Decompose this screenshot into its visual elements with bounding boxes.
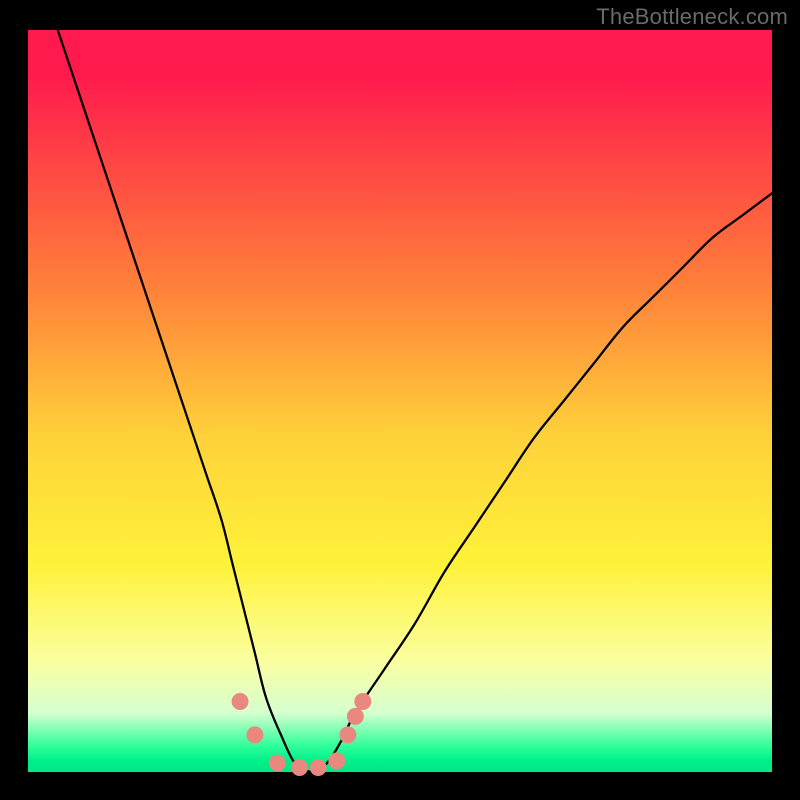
marker-dot <box>269 755 286 772</box>
marker-dot <box>291 759 308 776</box>
watermark-label: TheBottleneck.com <box>596 4 788 30</box>
chart-stage: { "watermark": "TheBottleneck.com", "cha… <box>0 0 800 800</box>
marker-dot <box>232 693 249 710</box>
marker-dot <box>246 726 263 743</box>
marker-dot <box>339 726 356 743</box>
plot-background <box>28 30 772 772</box>
marker-dot <box>328 752 345 769</box>
marker-dot <box>354 693 371 710</box>
bottleneck-chart <box>0 0 800 800</box>
marker-dot <box>347 708 364 725</box>
marker-dot <box>310 759 327 776</box>
